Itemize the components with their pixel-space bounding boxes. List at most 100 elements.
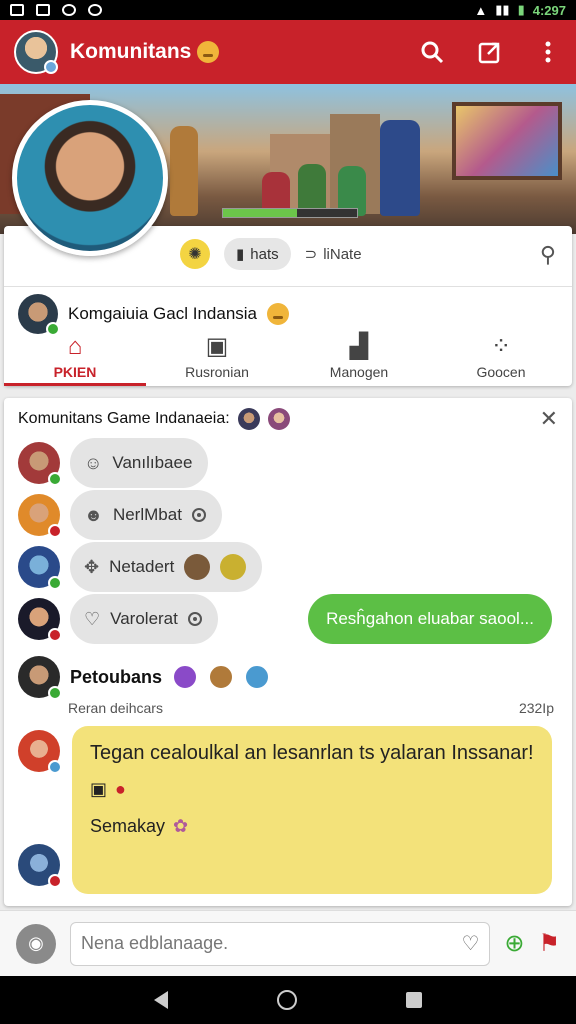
divider [4,286,572,287]
profile-chips: ✺ ▮ hats ⊃ liNate [180,238,362,270]
home-button-icon[interactable] [276,990,297,1010]
emoji-icon [197,41,220,63]
app-bar: Komunitans [0,20,576,84]
sticker-icon [184,554,211,580]
status-bar: ▲ ▮▮ ▮ 4:297 [0,0,576,20]
member-avatar [237,408,260,430]
post-subtitle: Reran deihcars [68,700,163,716]
tab-goocen[interactable]: ⁘ Goocen [430,328,572,386]
chat-card: Komunitans Game Indanaeia: ✕ ☺ Vanılıbae… [4,398,572,906]
avatar [18,598,62,642]
health-bar [222,208,358,218]
avatar [18,494,62,538]
compose-bar: ◉ ♡ ⊕ ⚑ [0,910,576,976]
message-bubble[interactable]: ☺ Vanılıbaee [70,438,209,488]
sticker-icon [220,554,247,580]
badge-icon [172,664,199,690]
home-icon: ⌂ [67,333,83,360]
flag-icon[interactable]: ⚑ [538,929,560,958]
chat-header: Komunitans Game Indanaeia: ✕ [18,406,558,432]
phone-icon: ▮ [236,246,245,263]
app-title: Komunitans [70,40,192,63]
chat-chip[interactable]: ▮ hats [224,238,291,270]
outgoing-message[interactable]: Resĥgahon eluabar saool... [308,594,552,644]
avatar [18,546,62,590]
heart-icon[interactable]: ♡ [461,931,479,956]
camera-icon[interactable]: ◉ [16,923,56,964]
profile-avatar[interactable] [12,100,168,256]
record-icon [187,612,202,626]
member-avatar [267,408,290,430]
tab-manogen[interactable]: ▟ Manogen [288,328,430,386]
tab-label: Goocen [476,364,526,380]
billboard-image [452,102,562,180]
tab-label: PKIEN [53,364,97,380]
post-bubble[interactable]: Tegan cealoulkal an lesanrlan ts yalaran… [72,726,552,894]
post-header[interactable]: Petoubans [18,656,271,700]
user-icon: ☺ [84,452,103,473]
signal-icon: ▮▮ [495,2,510,17]
message-bubble[interactable]: ☻ NerlMbat [70,490,222,540]
tab-rusronian[interactable]: ▣ Rusronian [146,328,288,386]
avatar [18,656,62,700]
record-icon [191,508,206,522]
message-input-wrap[interactable]: ♡ [70,921,491,966]
message-row[interactable]: ♡ Varolerat [18,594,218,644]
tab-bar: ⌂ PKIEN ▣ Rusronian ▟ Manogen ⁘ Goocen [4,328,572,386]
chat-title: Komunitans Game Indanaeia: [18,410,230,427]
notification-icon [36,4,50,16]
back-icon[interactable] [154,991,169,1009]
message-text: NerlMbat [112,505,182,524]
user-avatar[interactable] [14,30,58,74]
message-row[interactable]: ☻ NerlMbat [18,490,222,540]
avatar [18,442,62,486]
message-text: Varolerat [110,609,178,628]
more-vertical-icon[interactable] [534,38,562,66]
circle-icon [62,4,76,16]
heart-icon: ♡ [84,608,101,629]
wifi-icon: ▲ [474,2,488,18]
message-text: Vanılıbaee [112,453,193,472]
share-icon[interactable] [476,38,504,66]
rate-chip-label: liNate [323,245,362,263]
sticker-icon: ✿ [173,816,189,836]
bug-icon[interactable]: ✺ [180,239,210,269]
battery-icon: ▮ [517,2,525,17]
post-time: 232Ip [518,700,554,716]
chat-chip-label: hats [250,245,279,263]
recents-icon[interactable] [405,992,422,1008]
image-icon [10,4,24,16]
message-bubble[interactable]: ✥ Netadert [70,542,263,592]
gamepad-icon: ✥ [84,556,100,577]
trash-icon: ▣ [205,333,229,360]
badge-icon [244,664,271,690]
message-row[interactable]: ✥ Netadert [18,542,263,592]
alarm-icon [88,4,102,16]
search-chat-icon[interactable]: ⊕ [504,929,524,958]
post-text: Tegan cealoulkal an lesanrlan ts yalaran… [90,742,534,764]
search-icon[interactable] [418,38,446,66]
message-row[interactable]: ☺ Vanılıbaee [18,438,209,488]
status-time: 4:297 [532,2,566,18]
tab-home[interactable]: ⌂ PKIEN [4,328,146,386]
system-nav-bar [0,976,576,1024]
close-icon[interactable]: ✕ [540,406,558,432]
location-pin-icon[interactable]: ⚲ [540,242,556,268]
camera-icon[interactable]: ▣ [90,779,107,800]
outgoing-text: Resĥgahon eluabar saool... [326,609,534,628]
post-footer: Semakay [90,816,166,836]
message-text: Netadert [109,557,175,576]
message-bubble[interactable]: ♡ Varolerat [70,594,218,644]
avatar [18,844,62,888]
tab-label: Rusronian [185,364,249,380]
tab-label: Manogen [329,364,389,380]
sticker-icon: ● [115,779,126,799]
group-name: Komgaiuia Gacl Indansia [68,304,258,323]
rate-chip[interactable]: ⊃ liNate [304,245,362,264]
emoji-icon [267,303,290,325]
grid-icon: ⁘ [490,333,512,360]
user-icon: ☻ [84,504,103,525]
badge-icon [208,664,235,690]
message-input[interactable] [81,933,462,954]
pin-outline-icon: ⊃ [304,246,318,263]
